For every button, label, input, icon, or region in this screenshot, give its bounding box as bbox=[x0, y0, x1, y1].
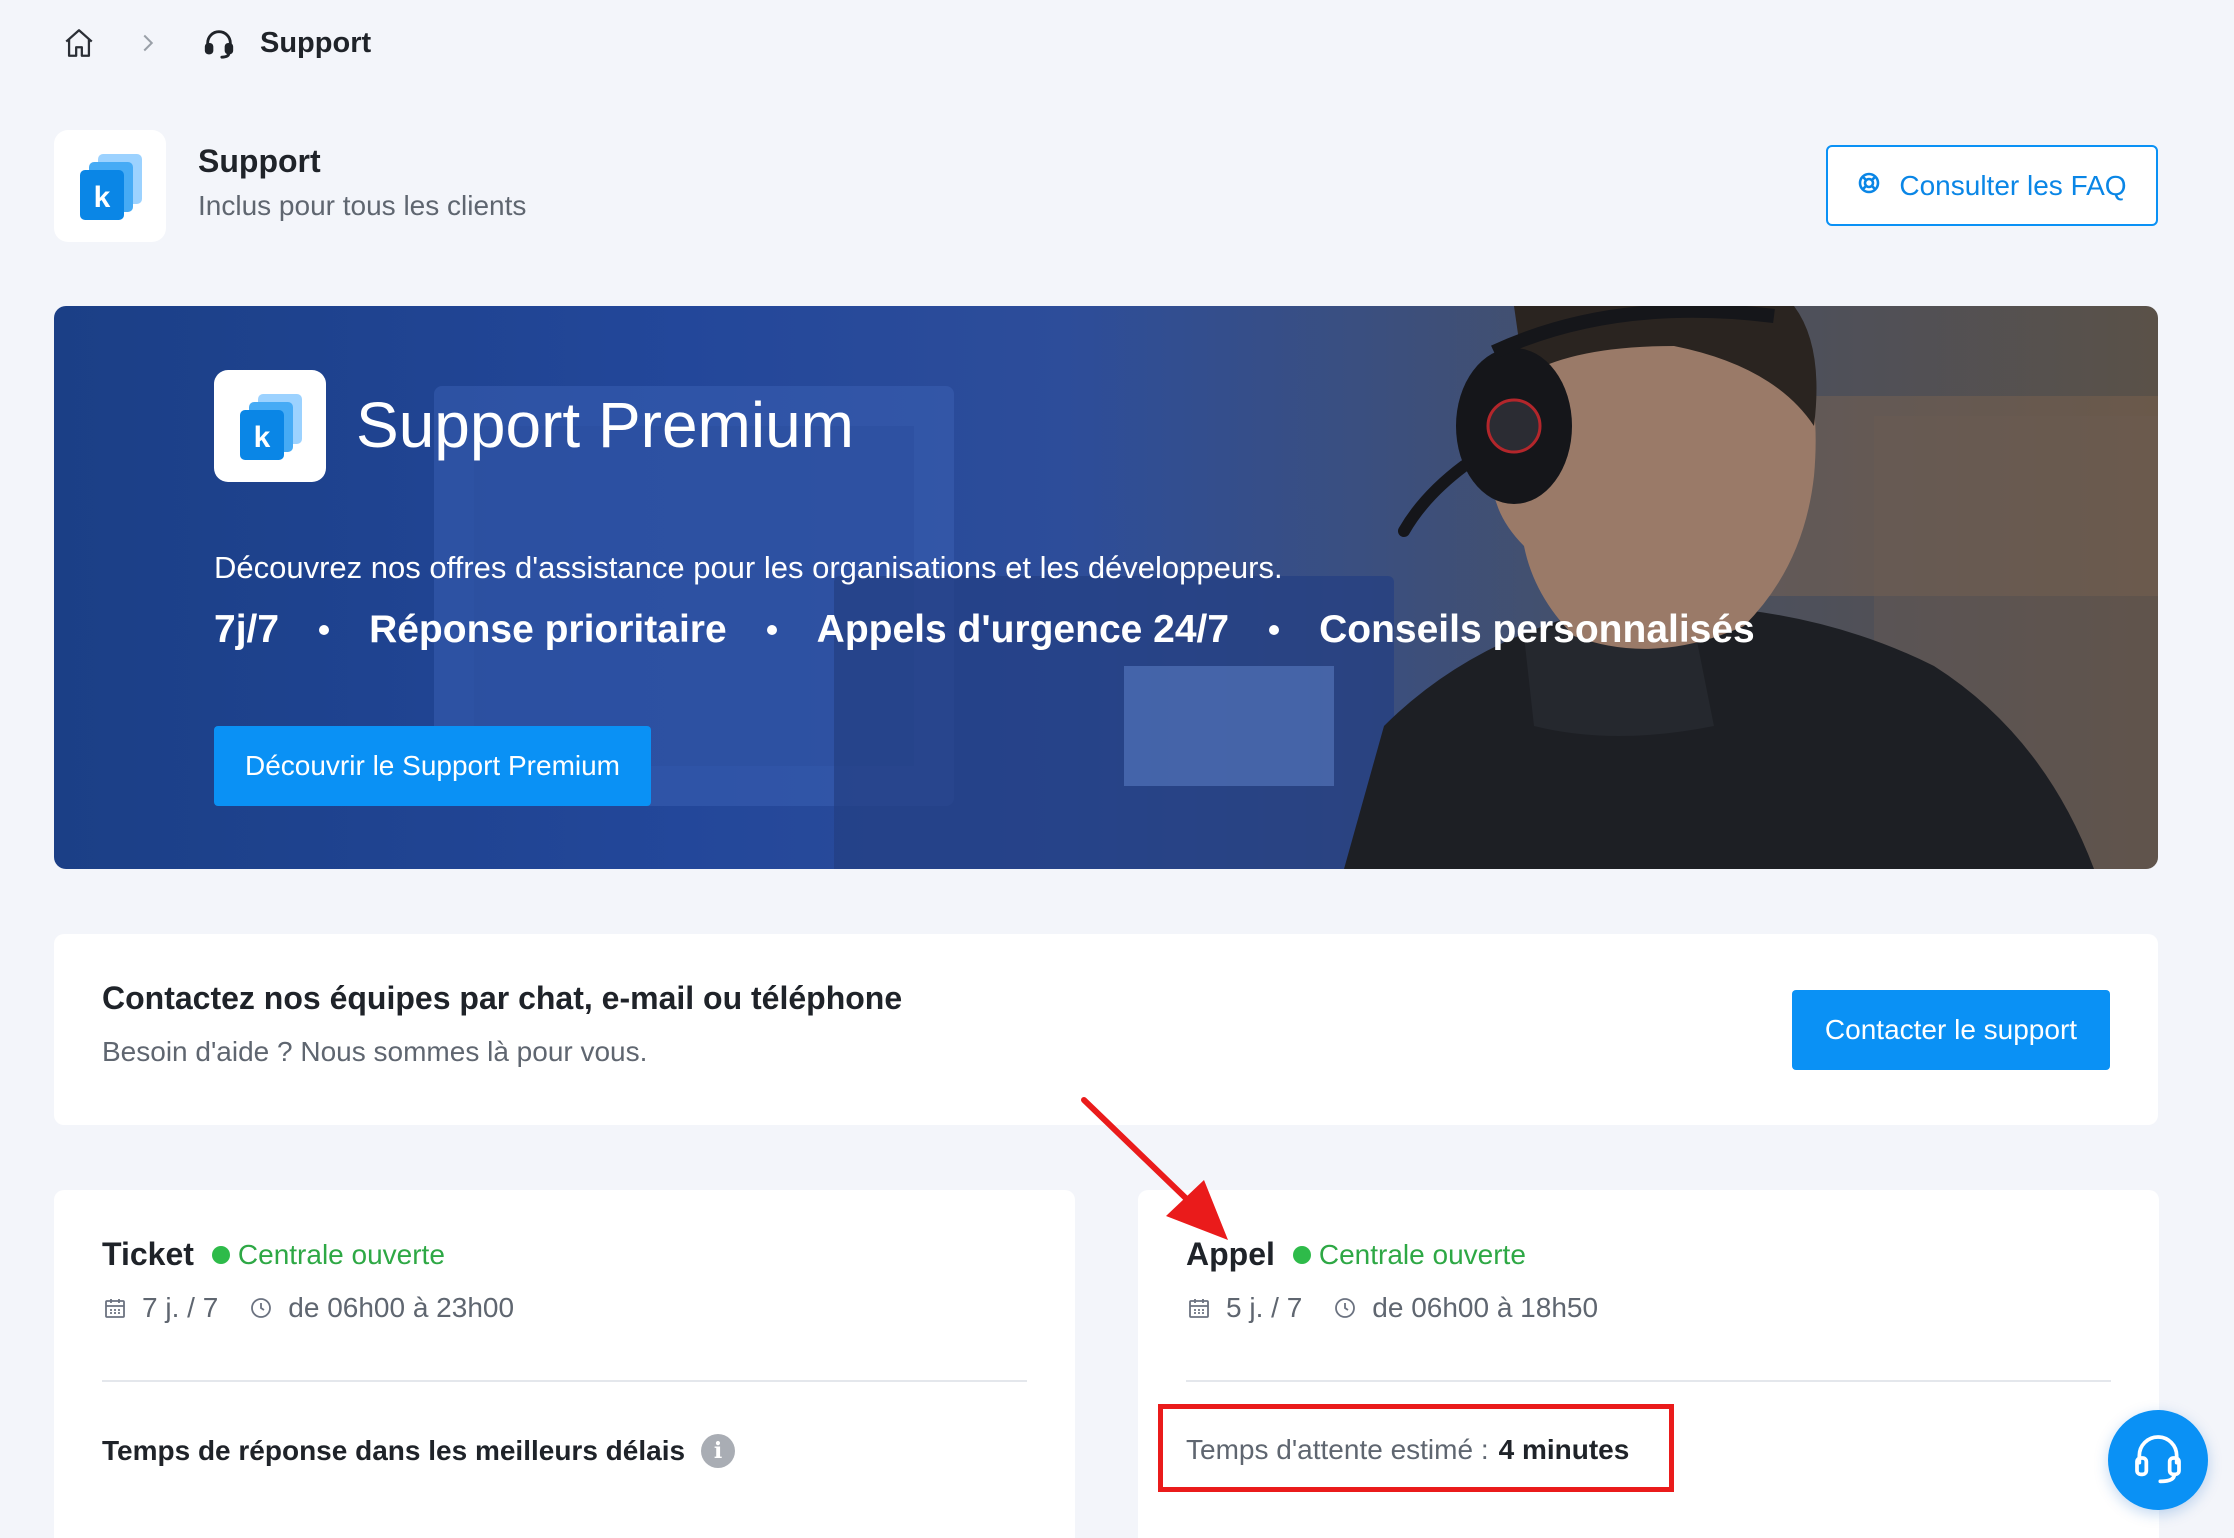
page-subtitle: Inclus pour tous les clients bbox=[198, 190, 527, 221]
feature-item: 7j/7 bbox=[214, 608, 280, 651]
faq-button[interactable]: Consulter les FAQ bbox=[1826, 145, 2158, 226]
feature-item: Conseils personnalisés bbox=[1319, 608, 1755, 651]
clock-icon bbox=[248, 1295, 274, 1321]
svg-text:k: k bbox=[254, 421, 271, 454]
ticket-hours: 7 j. / 7 de 06h00 à 23h00 bbox=[102, 1292, 514, 1324]
ticket-title: Ticket bbox=[102, 1236, 194, 1272]
help-chat-button[interactable] bbox=[2108, 1410, 2208, 1510]
premium-features: 7j/7 Réponse prioritaire Appels d'urgenc… bbox=[214, 608, 1755, 652]
support-page: Support k Support Inclus pour tous les c… bbox=[0, 0, 2234, 1538]
calendar-icon bbox=[1186, 1295, 1212, 1321]
lifebuoy-icon bbox=[1857, 170, 1881, 202]
contact-title: Contactez nos équipes par chat, e-mail o… bbox=[102, 980, 903, 1016]
call-time-range: de 06h00 à 18h50 bbox=[1372, 1292, 1599, 1323]
divider bbox=[102, 1380, 1027, 1382]
feature-item: Réponse prioritaire bbox=[369, 608, 727, 651]
annotation-arrow-icon bbox=[1081, 1097, 1228, 1240]
ticket-card: Ticket Centrale ouverte 7 j. / 7 de 06h0… bbox=[54, 1190, 1075, 1538]
call-days: 5 j. / 7 bbox=[1226, 1292, 1303, 1323]
divider bbox=[1186, 1380, 2111, 1382]
headset-icon bbox=[202, 24, 240, 62]
breadcrumb-current: Support bbox=[260, 26, 372, 59]
svg-text:k: k bbox=[94, 181, 111, 214]
feature-item: Appels d'urgence 24/7 bbox=[816, 608, 1230, 651]
feature-separator bbox=[766, 625, 777, 635]
faq-button-label: Consulter les FAQ bbox=[1899, 169, 2127, 201]
breadcrumb: Support bbox=[60, 22, 371, 64]
chevron-right-icon bbox=[140, 33, 160, 53]
ticket-response-note: Temps de réponse dans les meilleurs déla… bbox=[102, 1434, 736, 1468]
premium-description: Découvrez nos offres d'assistance pour l… bbox=[214, 550, 1283, 585]
premium-title: Support Premium bbox=[356, 389, 854, 461]
clock-icon bbox=[1332, 1295, 1358, 1321]
feature-separator bbox=[319, 625, 330, 635]
status-dot bbox=[1292, 1245, 1311, 1264]
response-time-label: Temps de réponse dans les meilleurs déla… bbox=[102, 1435, 686, 1466]
home-icon[interactable] bbox=[60, 24, 98, 62]
contact-subtitle: Besoin d'aide ? Nous sommes là pour vous… bbox=[102, 1036, 648, 1067]
premium-logo: k bbox=[214, 370, 326, 482]
support-logo: k bbox=[54, 130, 166, 242]
feature-separator bbox=[1269, 625, 1280, 635]
info-icon[interactable]: i bbox=[701, 1434, 736, 1468]
ticket-time-range: de 06h00 à 23h00 bbox=[288, 1292, 515, 1323]
status-dot bbox=[211, 1245, 230, 1264]
calendar-icon bbox=[102, 1295, 128, 1321]
page-title: Support bbox=[198, 143, 321, 179]
call-status: Centrale ouverte bbox=[1318, 1238, 1526, 1270]
ticket-header: Ticket Centrale ouverte bbox=[102, 1236, 445, 1273]
discover-premium-button[interactable]: Découvrir le Support Premium bbox=[214, 726, 651, 806]
headset-icon bbox=[2130, 1430, 2186, 1491]
ticket-status: Centrale ouverte bbox=[237, 1238, 445, 1270]
premium-banner: k Support Premium Découvrez nos offres d… bbox=[54, 306, 2158, 869]
annotation-highlight-box bbox=[1158, 1404, 1674, 1492]
ticket-days: 7 j. / 7 bbox=[142, 1292, 219, 1323]
call-hours: 5 j. / 7 de 06h00 à 18h50 bbox=[1186, 1292, 1598, 1324]
contact-support-button[interactable]: Contacter le support bbox=[1792, 990, 2110, 1070]
